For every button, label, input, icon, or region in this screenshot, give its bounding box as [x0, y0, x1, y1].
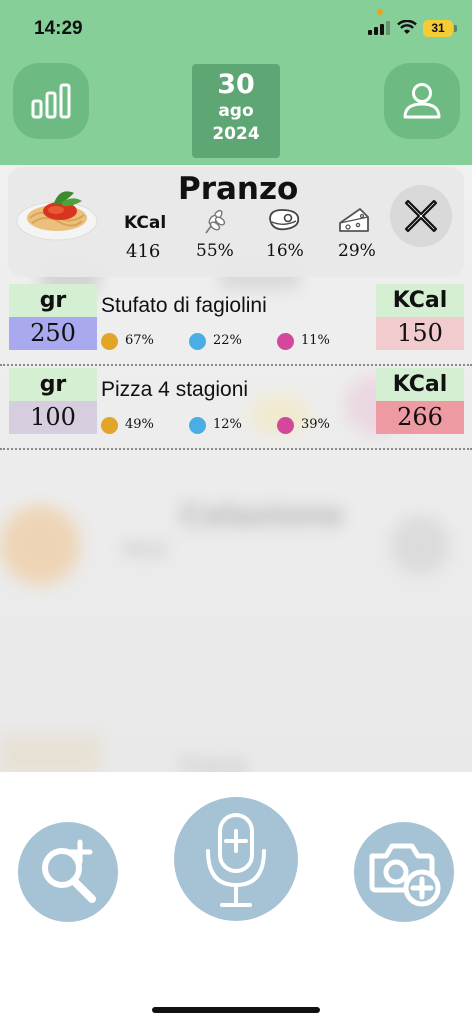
unit-label: gr [9, 368, 97, 401]
ghost-next-meal: Cena [180, 752, 248, 772]
camera-add-icon [369, 843, 441, 907]
ghost-food-image [0, 505, 80, 585]
person-icon [403, 83, 441, 119]
home-indicator[interactable] [152, 1007, 320, 1013]
protein-dot-icon [189, 417, 206, 434]
fat-value: 39% [301, 417, 330, 432]
protein-dot-icon [189, 333, 206, 350]
spaghetti-icon [16, 191, 98, 241]
status-bar: 14:29 31 [0, 0, 472, 56]
meal-kcal-value: 416 [126, 241, 161, 262]
meal-carbs-pct: 55% [196, 241, 234, 261]
date-month: ago [218, 101, 254, 121]
date-year: 2024 [212, 124, 260, 144]
kcal-label: KCal [376, 284, 464, 317]
steak-icon [269, 209, 300, 231]
ghost-block [0, 735, 100, 772]
privacy-indicator [377, 9, 383, 15]
meal-protein-pct: 16% [266, 241, 304, 261]
kcal-label: KCal [376, 368, 464, 401]
date-selector[interactable]: 30 ago 2024 [192, 64, 280, 158]
kcal-value: 150 [376, 317, 464, 350]
microphone-add-icon [206, 813, 266, 907]
quantity-value[interactable]: 250 [9, 317, 97, 350]
date-day: 30 [217, 69, 255, 100]
fat-dot-icon [277, 417, 294, 434]
close-icon [404, 199, 438, 233]
food-row[interactable]: gr 100 Pizza 4 stagioni 49% 12% 39% KCal… [0, 366, 472, 450]
kcal-value: 266 [376, 401, 464, 434]
battery-indicator: 31 [423, 20, 453, 37]
meal-title: Pranzo [178, 171, 299, 207]
food-name: Stufato di fagiolini [101, 294, 267, 317]
wheat-icon [205, 209, 226, 234]
bar-chart-icon [31, 83, 71, 119]
battery-cap [454, 25, 457, 32]
signal-icon [368, 21, 390, 35]
protein-value: 22% [213, 333, 242, 348]
carbs-dot-icon [101, 417, 118, 434]
cheese-icon [339, 208, 369, 232]
wifi-icon [397, 20, 417, 34]
ghost-kcal-label: KCal [124, 540, 167, 560]
voice-add-button[interactable] [174, 797, 298, 921]
carbs-value: 67% [125, 333, 154, 348]
profile-button[interactable] [384, 63, 460, 139]
stats-button[interactable] [13, 63, 89, 139]
close-button[interactable] [390, 185, 452, 247]
ghost-meal-title: Colazione [180, 498, 344, 533]
app-header: 14:29 31 30 ago 2024 [0, 0, 472, 165]
food-row[interactable]: gr 250 Stufato di fagiolini 67% 22% 11% … [0, 282, 472, 366]
search-add-button[interactable] [18, 822, 118, 922]
ghost-add-button [390, 515, 450, 575]
carbs-value: 49% [125, 417, 154, 432]
status-time: 14:29 [34, 18, 83, 39]
protein-value: 12% [213, 417, 242, 432]
meal-fat-pct: 29% [338, 241, 376, 261]
unit-label: gr [9, 284, 97, 317]
food-name: Pizza 4 stagioni [101, 378, 249, 401]
fat-value: 11% [301, 333, 330, 348]
quantity-value[interactable]: 100 [9, 401, 97, 434]
carbs-dot-icon [101, 333, 118, 350]
camera-add-button[interactable] [354, 822, 454, 922]
meal-kcal-label: KCal [124, 213, 167, 233]
meal-summary-card: Pranzo KCal 416 55% 16% 29% [8, 167, 464, 277]
search-add-icon [42, 839, 96, 903]
fat-dot-icon [277, 333, 294, 350]
